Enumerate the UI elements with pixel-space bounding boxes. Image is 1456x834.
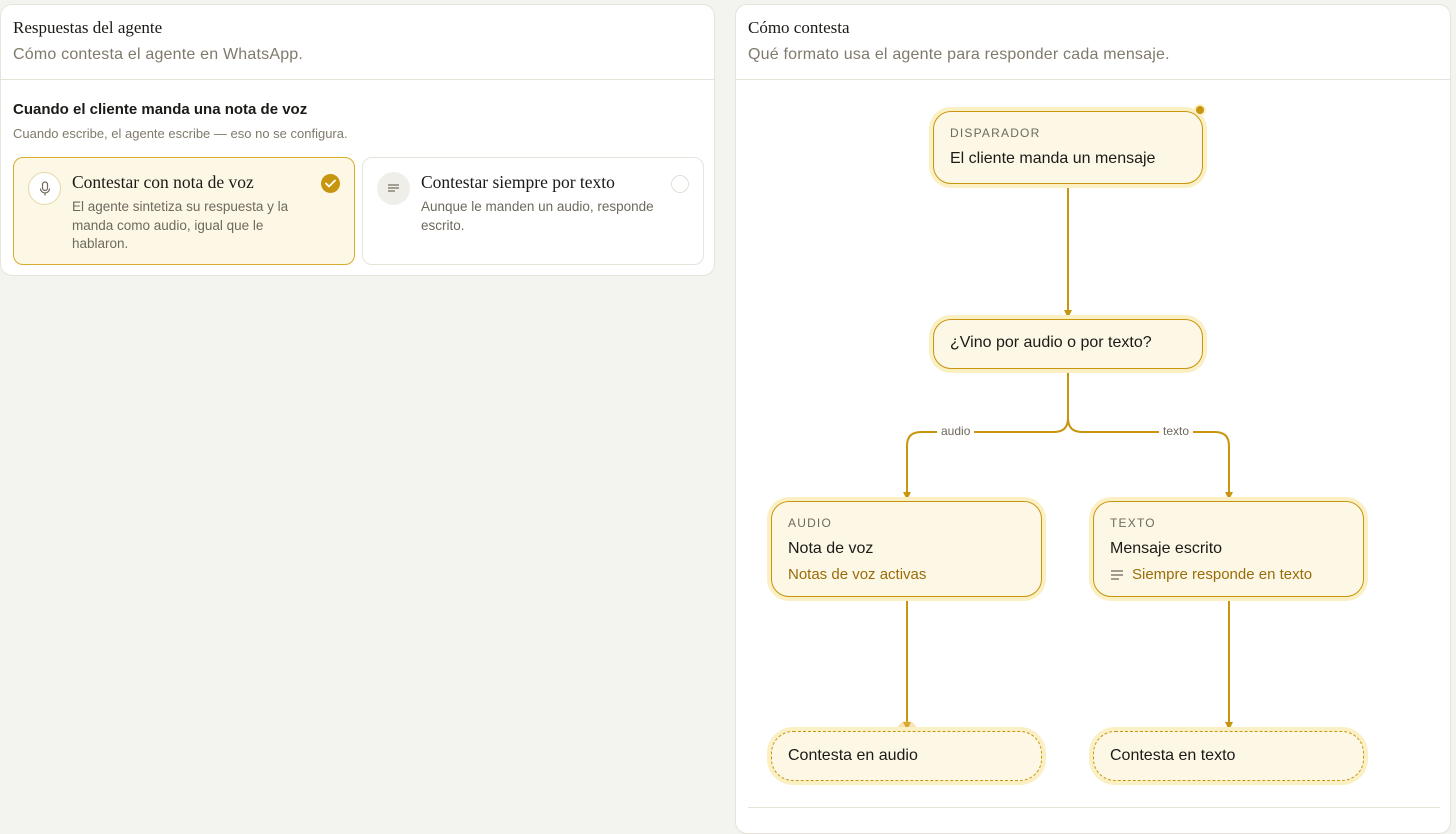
active-dot-icon [1194, 104, 1206, 116]
edge-label-audio: audio [937, 424, 975, 438]
edge-audio [906, 366, 1069, 496]
edge-label-texto: texto [1159, 424, 1194, 438]
flow-preview-card: Cómo contesta Qué formato usa el agente … [735, 4, 1451, 834]
card-subtitle: Qué formato usa el agente para responder… [748, 46, 1170, 63]
node-trigger[interactable]: DISPARADOR El cliente manda un mensaje [933, 111, 1203, 184]
card-subtitle: Cómo contesta el agente en WhatsApp. [13, 46, 304, 63]
section-subtitle: Cuando escribe, el agente escribe — eso … [13, 126, 348, 141]
card-title: Cómo contesta [748, 18, 850, 37]
option-description: El agente sintetiza su respuesta y la ma… [72, 199, 289, 251]
node-decision[interactable]: ¿Vino por audio o por texto? [933, 319, 1203, 369]
voice-response-settings-card: Respuestas del agente Cómo contesta el a… [0, 4, 715, 276]
node-kicker: TEXTO [1110, 516, 1156, 530]
node-kicker: DISPARADOR [950, 126, 1041, 140]
text-lines-icon [1111, 569, 1123, 580]
option-voice-reply[interactable]: Contestar con nota de voz El agente sint… [13, 157, 355, 265]
option-text-reply[interactable]: Contestar siempre por texto Aunque le ma… [362, 157, 704, 265]
node-subtitle-text: Siempre responde en texto [1132, 566, 1313, 583]
flow-diagram: audio texto DISPARADOR El cliente manda … [736, 80, 1450, 833]
card-header: Cómo contesta Qué formato usa el agente … [736, 5, 1450, 80]
node-title: Nota de voz [788, 540, 874, 557]
node-result-text[interactable]: Contesta en texto [1093, 731, 1364, 781]
node-kicker: AUDIO [788, 516, 833, 530]
node-title: Contesta en audio [788, 747, 918, 764]
divider [748, 807, 1440, 808]
check-icon [321, 174, 340, 193]
node-title: Contesta en texto [1110, 747, 1236, 764]
option-title: Contestar siempre por texto [421, 172, 615, 192]
node-title: Mensaje escrito [1110, 540, 1223, 557]
flow-connectors [903, 184, 1233, 730]
option-description: Aunque le manden un audio, responde escr… [421, 199, 654, 233]
microphone-icon [28, 172, 61, 205]
text-lines-icon [377, 172, 410, 205]
edge-texto [1067, 417, 1230, 496]
node-subtitle: Notas de voz activas [788, 566, 926, 583]
node-title: El cliente manda un mensaje [950, 150, 1156, 167]
radio-button[interactable] [671, 175, 689, 193]
node-title: ¿Vino por audio o por texto? [950, 334, 1152, 351]
node-subtitle: Siempre responde en texto [1110, 566, 1312, 583]
card-header: Respuestas del agente Cómo contesta el a… [1, 5, 714, 80]
node-text[interactable]: TEXTO Mensaje escrito Siempre responde e… [1093, 501, 1364, 597]
node-result-audio[interactable]: Contesta en audio [771, 731, 1042, 781]
option-title: Contestar con nota de voz [72, 172, 254, 192]
card-title: Respuestas del agente [13, 18, 163, 37]
node-subtitle-text: Notas de voz activas [788, 566, 927, 583]
section-title: Cuando el cliente manda una nota de voz [13, 101, 308, 118]
node-audio[interactable]: AUDIO Nota de voz Notas de voz activas [771, 501, 1042, 597]
